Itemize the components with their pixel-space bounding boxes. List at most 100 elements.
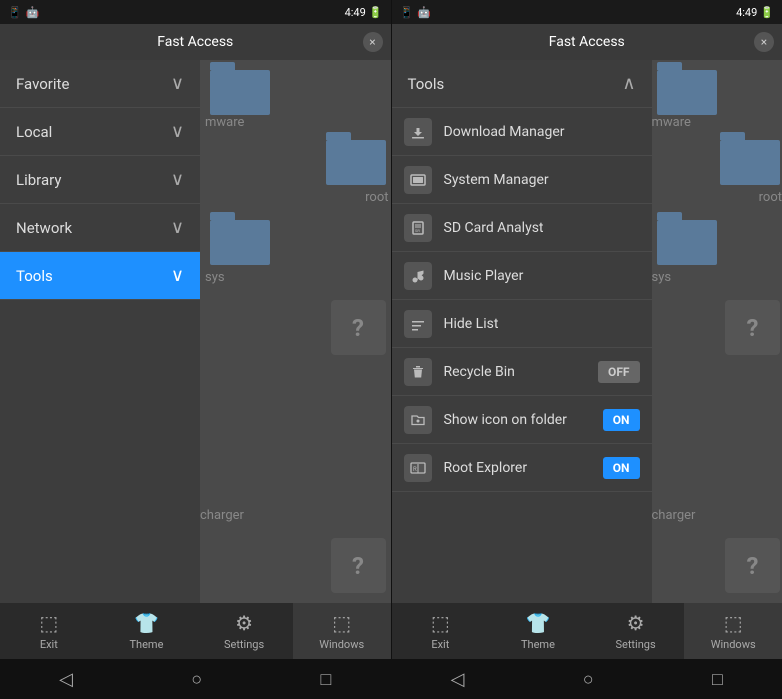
right-recent-button[interactable]: □ <box>712 669 723 690</box>
right-music-icon <box>404 262 432 290</box>
right-recycle-toggle[interactable]: OFF <box>598 361 639 383</box>
left-time: 4:49 <box>345 6 366 19</box>
right-panel-content: Tools ∧ Download Manager <box>392 60 782 603</box>
right-hide-list-label: Hide List <box>444 316 640 332</box>
right-folder-2 <box>720 140 780 185</box>
right-sd-icon: SR <box>404 214 432 242</box>
right-tools-label: Tools <box>408 75 445 93</box>
left-tools-chevron: ∨ <box>171 265 184 286</box>
right-exit-button[interactable]: ⬚ Exit <box>392 603 490 659</box>
left-back-button[interactable]: ◁ <box>59 669 73 690</box>
right-question-box-2: ? <box>725 538 780 593</box>
right-root-icon: R <box>404 454 432 482</box>
right-back-button[interactable]: ◁ <box>451 669 465 690</box>
right-tools-header[interactable]: Tools ∧ <box>392 60 652 108</box>
left-favorite-chevron: ∨ <box>171 73 184 94</box>
right-windows-button[interactable]: ⬚ Windows <box>684 603 782 659</box>
right-recycle-bin[interactable]: Recycle Bin OFF <box>392 348 652 396</box>
left-phone-icon: 📱 <box>8 6 22 19</box>
left-network-label: Network <box>16 219 72 237</box>
left-theme-button[interactable]: 👕 Theme <box>98 603 196 659</box>
left-app-header: Fast Access × <box>0 24 391 60</box>
right-close-button[interactable]: × <box>754 32 774 52</box>
left-bg-label-root: root <box>365 190 388 205</box>
left-tools-label: Tools <box>16 267 53 285</box>
right-show-icon-folder-icon <box>404 406 432 434</box>
right-theme-icon: 👕 <box>525 611 550 635</box>
right-music-player[interactable]: Music Player <box>392 252 652 300</box>
right-show-icon-folder[interactable]: Show icon on folder ON <box>392 396 652 444</box>
right-battery-icon: 🔋 <box>760 6 774 19</box>
left-status-right: 4:49 🔋 <box>345 6 383 19</box>
right-hide-list[interactable]: Hide List <box>392 300 652 348</box>
left-exit-icon: ⬚ <box>39 611 58 635</box>
right-download-icon <box>404 118 432 146</box>
right-folder-3 <box>657 220 717 265</box>
left-status-bar: 📱 🤖 4:49 🔋 <box>0 0 391 24</box>
right-bg-label-sys: sys <box>652 270 672 285</box>
left-bottom-bar: ⬚ Exit 👕 Theme ⚙ Settings ⬚ Windows <box>0 603 391 659</box>
left-windows-button[interactable]: ⬚ Windows <box>293 603 391 659</box>
right-app-header: Fast Access × <box>392 24 782 60</box>
left-menu-tools[interactable]: Tools ∨ <box>0 252 200 300</box>
left-fast-access-menu: Favorite ∨ Local ∨ Library ∨ Network ∨ T… <box>0 60 200 603</box>
left-home-button[interactable]: ○ <box>191 669 202 690</box>
right-show-icon-toggle[interactable]: ON <box>603 409 640 431</box>
right-download-manager-label: Download Manager <box>444 124 640 140</box>
right-header-title: Fast Access <box>549 34 625 50</box>
right-theme-button[interactable]: 👕 Theme <box>489 603 587 659</box>
left-favorite-label: Favorite <box>16 75 69 93</box>
left-header-title: Fast Access <box>157 34 233 50</box>
left-local-chevron: ∨ <box>171 121 184 142</box>
right-home-button[interactable]: ○ <box>583 669 594 690</box>
left-network-chevron: ∨ <box>171 217 184 238</box>
right-question-box-1: ? <box>725 300 780 355</box>
left-local-label: Local <box>16 123 52 141</box>
svg-text:SR: SR <box>415 228 420 233</box>
right-root-explorer-toggle[interactable]: ON <box>603 457 640 479</box>
right-tools-submenu: Tools ∧ Download Manager <box>392 60 652 603</box>
left-library-label: Library <box>16 171 61 189</box>
right-sd-card-analyst[interactable]: SR SD Card Analyst <box>392 204 652 252</box>
right-status-right: 4:49 🔋 <box>736 6 774 19</box>
right-status-bar: 📱 🤖 4:49 🔋 <box>392 0 782 24</box>
left-close-button[interactable]: × <box>363 32 383 52</box>
left-bg-label-charger: charger <box>200 508 244 523</box>
left-bg-label-mware: mware <box>205 115 244 130</box>
left-panel-content: Favorite ∨ Local ∨ Library ∨ Network ∨ T… <box>0 60 391 603</box>
left-settings-button[interactable]: ⚙ Settings <box>195 603 293 659</box>
left-status-icons: 📱 🤖 <box>8 6 39 19</box>
right-bg-label-root: root <box>759 190 782 205</box>
right-bg-label-mware: mware <box>652 115 691 130</box>
right-folder-1 <box>657 70 717 115</box>
left-folder-1 <box>210 70 270 115</box>
right-root-explorer[interactable]: R Root Explorer ON <box>392 444 652 492</box>
right-exit-icon: ⬚ <box>431 611 450 635</box>
left-theme-icon: 👕 <box>134 611 159 635</box>
right-settings-icon: ⚙ <box>627 611 645 635</box>
svg-text:R: R <box>413 466 417 473</box>
right-show-icon-folder-label: Show icon on folder <box>444 412 591 428</box>
left-menu-favorite[interactable]: Favorite ∨ <box>0 60 200 108</box>
left-folder-2 <box>326 140 386 185</box>
right-time: 4:49 <box>736 6 757 19</box>
right-settings-button[interactable]: ⚙ Settings <box>587 603 685 659</box>
right-root-explorer-label: Root Explorer <box>444 460 591 476</box>
right-recycle-icon <box>404 358 432 386</box>
left-battery-icon: 🔋 <box>369 6 383 19</box>
left-menu-library[interactable]: Library ∨ <box>0 156 200 204</box>
right-music-player-label: Music Player <box>444 268 640 284</box>
right-sd-card-label: SD Card Analyst <box>444 220 640 236</box>
left-exit-button[interactable]: ⬚ Exit <box>0 603 98 659</box>
left-bg-label-sys: sys <box>205 270 225 285</box>
left-menu-local[interactable]: Local ∨ <box>0 108 200 156</box>
right-recycle-bin-label: Recycle Bin <box>444 364 587 380</box>
right-system-icon <box>404 166 432 194</box>
right-download-manager[interactable]: Download Manager <box>392 108 652 156</box>
right-system-manager[interactable]: System Manager <box>392 156 652 204</box>
left-recent-button[interactable]: □ <box>320 669 331 690</box>
right-status-icons: 📱 🤖 <box>400 6 431 19</box>
left-question-box-1: ? <box>331 300 386 355</box>
left-menu-network[interactable]: Network ∨ <box>0 204 200 252</box>
left-windows-icon: ⬚ <box>332 611 351 635</box>
